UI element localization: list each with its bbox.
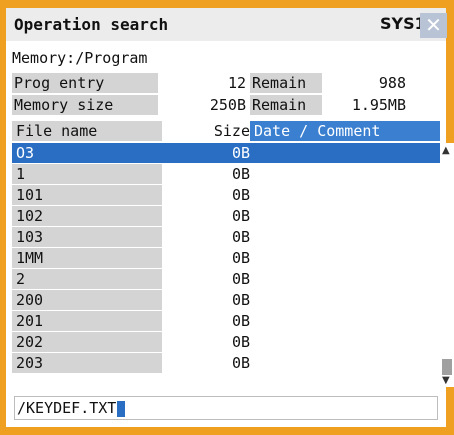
title-bar: Operation search SYS1 ✕	[6, 8, 447, 41]
file-row[interactable]: O3 0B	[12, 143, 440, 163]
file-name: 201	[12, 311, 162, 331]
current-path: Memory:/Program	[12, 49, 148, 67]
scrollbar[interactable]: ▲ ▼	[440, 143, 454, 387]
close-icon[interactable]: ✕	[420, 13, 447, 38]
prog-entry-label: Prog entry	[12, 73, 158, 93]
prog-remain-label: Remain	[250, 73, 322, 93]
file-input-value: /KEYDEF.TXT	[17, 399, 117, 417]
file-name: O3	[12, 143, 162, 163]
file-size: 0B	[231, 186, 250, 204]
operation-search-window: Operation search SYS1 ✕ Memory:/Program …	[0, 0, 454, 435]
file-row[interactable]: 102 0B	[12, 206, 440, 226]
file-size: 0B	[231, 333, 250, 351]
file-name: 202	[12, 332, 162, 352]
file-list: O3 0B 1 0B 101 0B 102 0B 103 0B 1MM 0B 2…	[12, 143, 440, 374]
file-size: 0B	[231, 144, 250, 162]
system-label: SYS1	[380, 14, 426, 33]
scroll-thumb[interactable]	[442, 359, 452, 375]
file-row[interactable]: 103 0B	[12, 227, 440, 247]
window-title: Operation search	[14, 15, 169, 34]
file-name: 1MM	[12, 248, 162, 268]
prog-entry-value: 12	[227, 74, 246, 92]
file-name: 200	[12, 290, 162, 310]
file-size: 0B	[231, 312, 250, 330]
file-row[interactable]: 202 0B	[12, 332, 440, 352]
file-name: 203	[12, 353, 162, 373]
file-size: 0B	[231, 207, 250, 225]
file-size: 0B	[231, 228, 250, 246]
memory-size-label: Memory size	[12, 95, 158, 115]
file-name: 1	[12, 164, 162, 184]
file-size: 0B	[231, 291, 250, 309]
arrow-up-icon[interactable]: ▲	[442, 145, 450, 156]
file-row[interactable]: 203 0B	[12, 353, 440, 373]
file-size: 0B	[231, 270, 250, 288]
file-name: 103	[12, 227, 162, 247]
file-row[interactable]: 201 0B	[12, 311, 440, 331]
prog-remain-value: 988	[378, 74, 406, 92]
file-size: 0B	[231, 354, 250, 372]
memory-remain-value: 1.95MB	[351, 96, 406, 114]
file-name: 2	[12, 269, 162, 289]
file-size: 0B	[231, 249, 250, 267]
column-header-size[interactable]: Size	[162, 121, 250, 141]
file-row[interactable]: 101 0B	[12, 185, 440, 205]
file-size: 0B	[231, 165, 250, 183]
file-input[interactable]: /KEYDEF.TXT	[14, 396, 438, 420]
file-row[interactable]: 1 0B	[12, 164, 440, 184]
file-name: 102	[12, 206, 162, 226]
column-header-file-name[interactable]: File name	[12, 121, 162, 141]
column-header-date-comment[interactable]: Date / Comment	[250, 121, 440, 141]
file-row[interactable]: 2 0B	[12, 269, 440, 289]
memory-remain-label: Remain	[250, 95, 322, 115]
file-row[interactable]: 1MM 0B	[12, 248, 440, 268]
file-name: 101	[12, 185, 162, 205]
file-row[interactable]: 200 0B	[12, 290, 440, 310]
text-cursor	[117, 400, 126, 417]
memory-size-value: 250B	[209, 96, 246, 114]
arrow-down-icon[interactable]: ▼	[442, 375, 450, 386]
